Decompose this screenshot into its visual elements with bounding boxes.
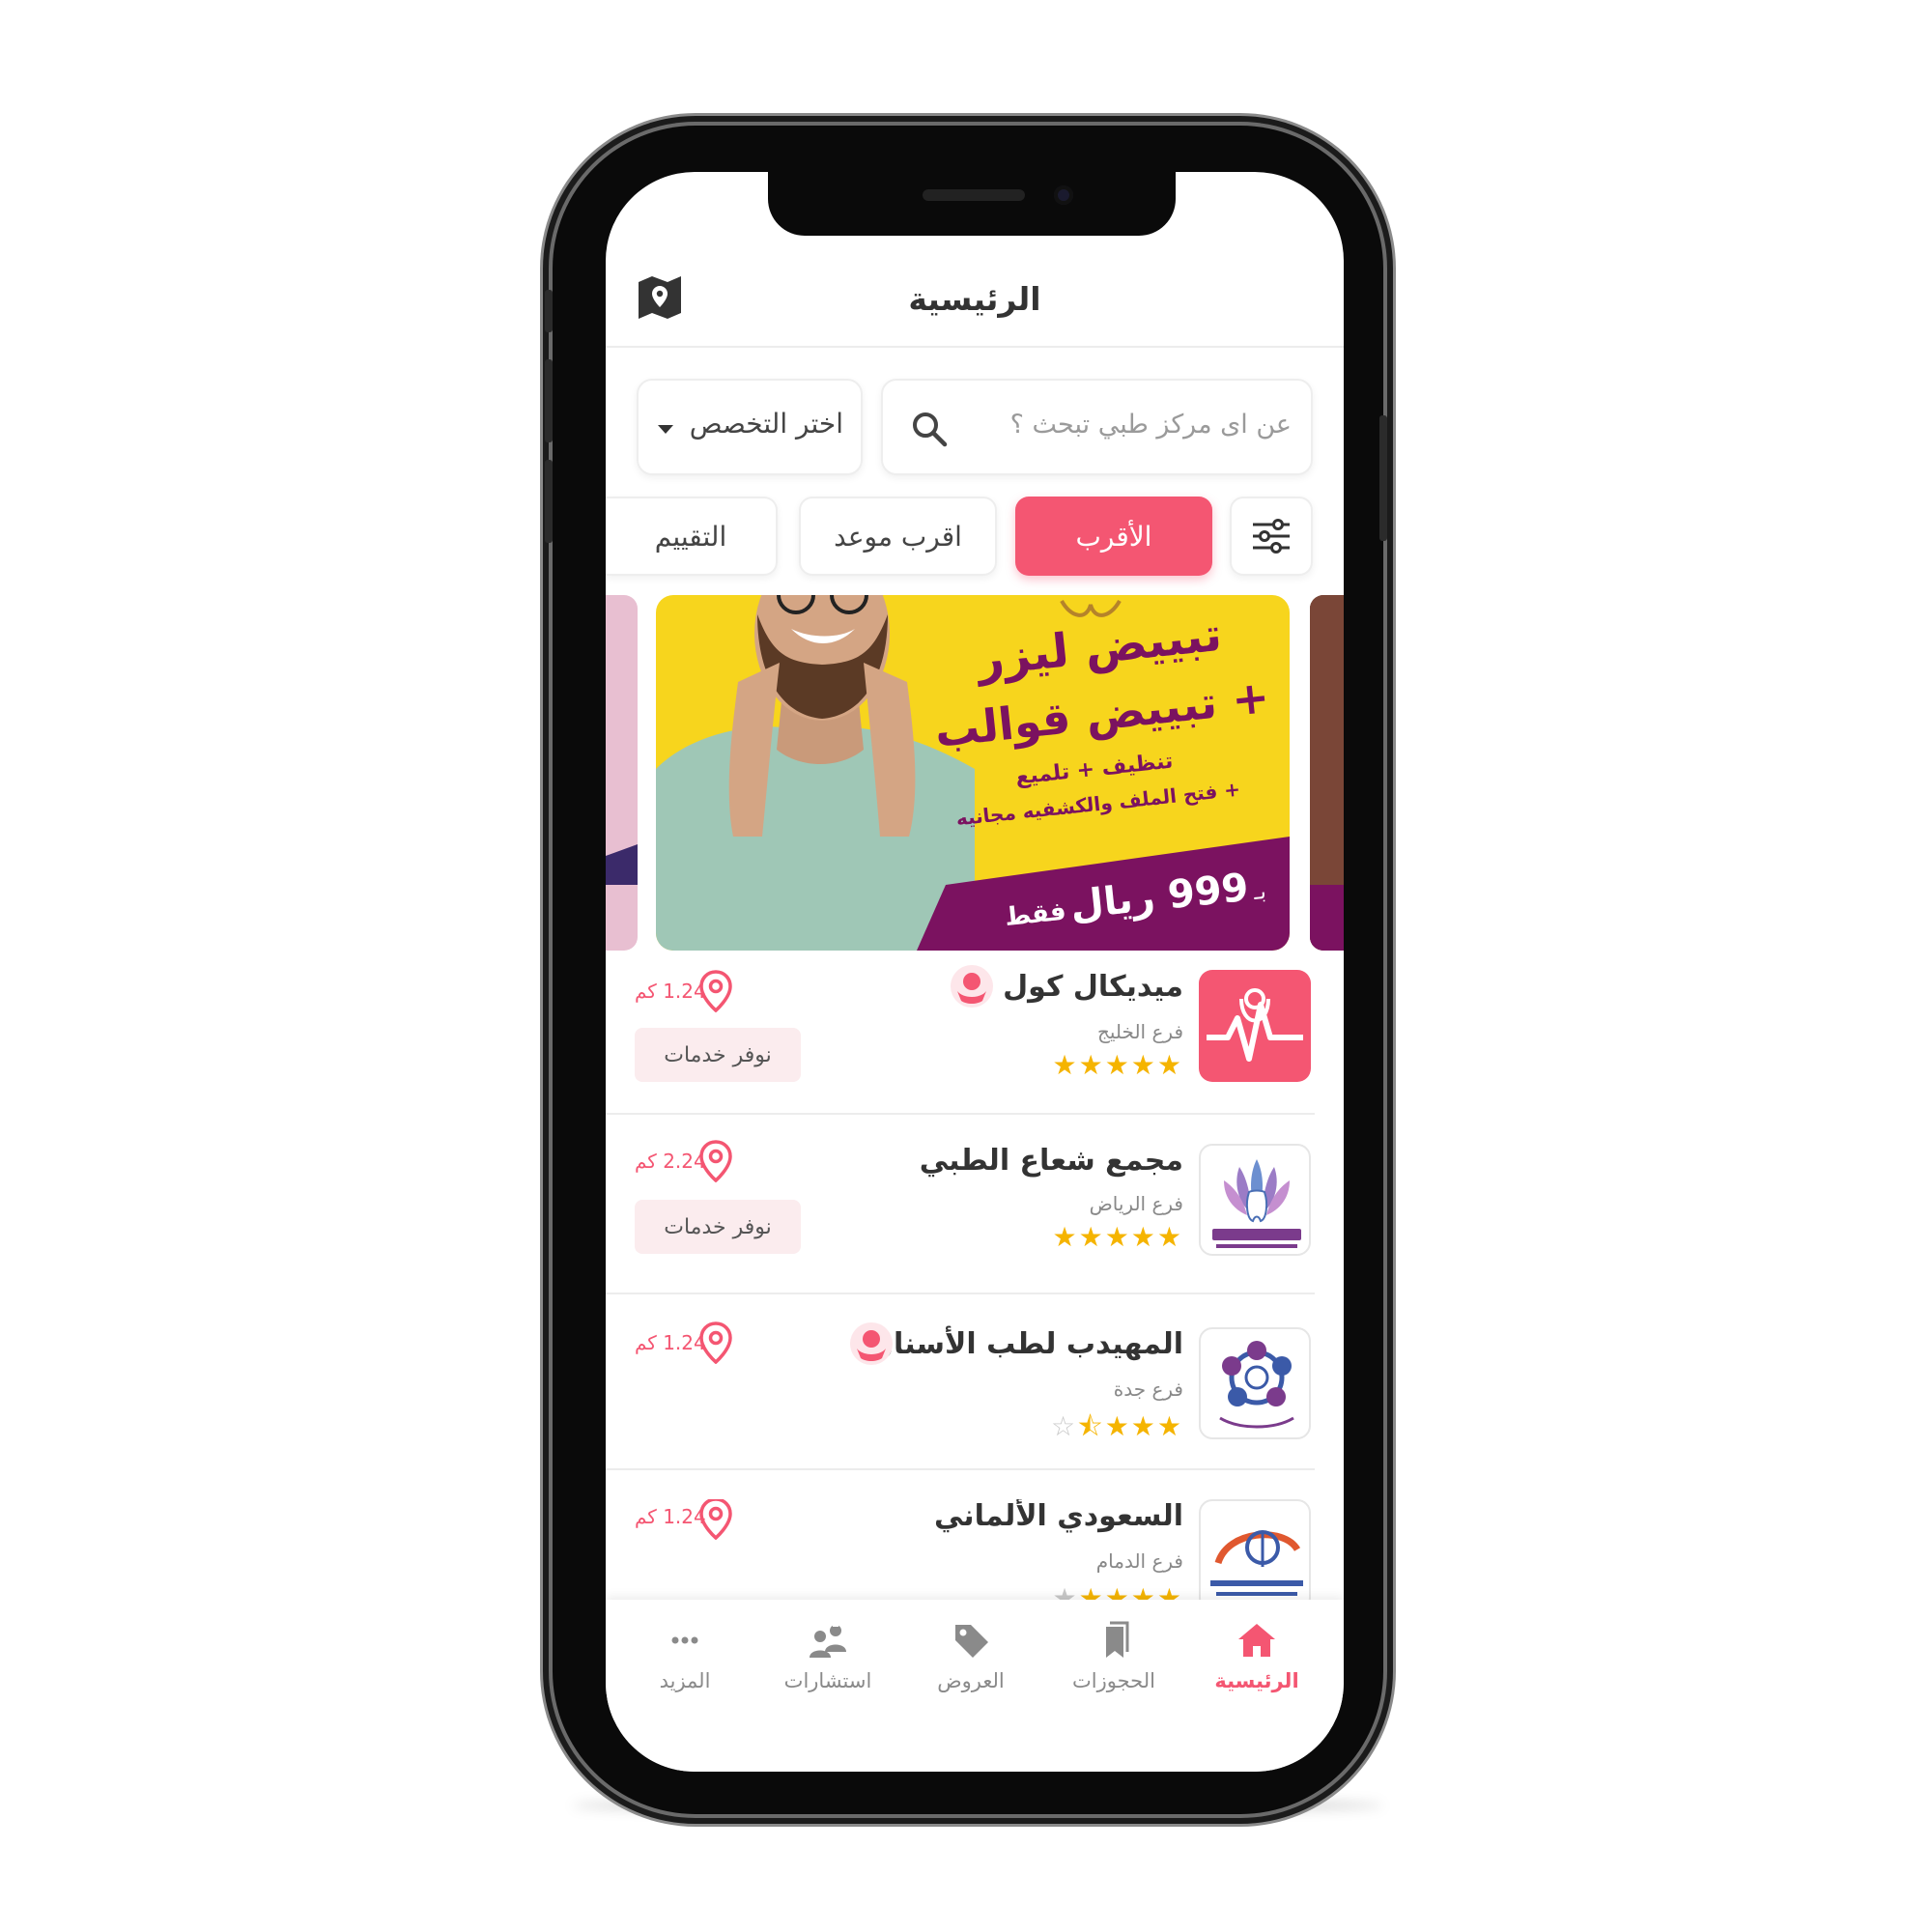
center-distance: 1.24 كم: [635, 1505, 706, 1528]
front-camera: [1054, 185, 1073, 205]
tag-icon: [955, 1625, 988, 1658]
power-button: [1379, 415, 1387, 541]
filter-nearest[interactable]: الأقرب: [1015, 497, 1212, 576]
center-distance: 2.24 كم: [635, 1150, 706, 1173]
volume-up-button: [545, 359, 553, 442]
center-name[interactable]: مجمع شعاع الطبي: [920, 1144, 1183, 1178]
center-distance: 1.24 كم: [635, 1331, 706, 1354]
search-icon[interactable]: [910, 410, 949, 448]
list-item[interactable]: المهيدب لطب الأسنان فرع جدة ☆⯪★★★ 1.24 ك…: [606, 1321, 1344, 1442]
banner-price-prefix: بـ: [1253, 879, 1268, 906]
phone-notch: [768, 172, 1176, 236]
next-banner-peek[interactable]: [1310, 595, 1344, 951]
list-divider: [606, 1468, 1315, 1470]
tab-more[interactable]: المزيد: [617, 1621, 753, 1727]
services-button[interactable]: نوفر خدمات: [635, 1028, 801, 1082]
center-branch: فرع جدة: [1113, 1378, 1183, 1401]
caret-down-icon: [658, 425, 673, 434]
list-divider: [606, 1113, 1315, 1115]
more-icon: [671, 1636, 698, 1644]
center-branch: فرع الخليج: [1096, 1020, 1183, 1043]
tab-offers[interactable]: العروض: [903, 1621, 1038, 1727]
center-logo: [1199, 970, 1311, 1082]
rating-stars: ☆⯪★★★: [1051, 1410, 1183, 1442]
offer-banner[interactable]: تبييض ليزر + تبييض قوالب تنظيف + تلميع +…: [656, 595, 1290, 951]
header-divider: [606, 346, 1344, 348]
list-divider: [606, 1293, 1315, 1294]
volume-down-button: [545, 460, 553, 543]
doctors-icon: [810, 1624, 846, 1658]
tab-home[interactable]: الرئيسية: [1189, 1621, 1324, 1727]
tab-label: استشارات: [783, 1669, 872, 1692]
filter-nearest-appointment[interactable]: اقرب موعد: [799, 497, 997, 576]
rating-stars: ★★★★★: [1052, 1221, 1183, 1253]
verified-badge-icon: [950, 964, 994, 1009]
list-item[interactable]: مجمع شعاع الطبي فرع الرياض ★★★★★ 2.24 كم…: [606, 1140, 1344, 1256]
services-button[interactable]: نوفر خدمات: [635, 1200, 801, 1254]
tab-label: العروض: [937, 1669, 1005, 1692]
search-placeholder: عن اى مركز طبي تبحث ؟: [1009, 410, 1292, 440]
earpiece-speaker: [923, 189, 1025, 201]
tab-label: الحجوزات: [1072, 1669, 1155, 1692]
center-logo: [1199, 1144, 1311, 1256]
center-branch: فرع الرياض: [1089, 1192, 1183, 1215]
home-icon: [1238, 1624, 1275, 1657]
bottom-tab-bar: الرئيسية الحجوزات العروض استشارات المزيد: [606, 1600, 1344, 1772]
map-icon[interactable]: [635, 272, 685, 323]
bookmarks-icon: [1106, 1621, 1129, 1658]
center-branch: فرع الدمام: [1095, 1549, 1183, 1573]
tab-consultations[interactable]: استشارات: [760, 1621, 895, 1727]
tab-label: المزيد: [659, 1669, 711, 1692]
filter-rating[interactable]: التقييم: [606, 497, 778, 576]
specialty-label: اختر التخصص: [689, 408, 843, 440]
specialty-dropdown[interactable]: اختر التخصص: [637, 379, 863, 475]
center-logo: [1199, 1499, 1311, 1600]
center-name[interactable]: ميديكال كول: [1003, 970, 1183, 1004]
tab-label: الرئيسية: [1214, 1669, 1299, 1692]
center-distance: 1.24 كم: [635, 980, 706, 1003]
rating-stars: ★★★★★: [1052, 1049, 1183, 1081]
rating-stars: ★★★★★: [1052, 1582, 1183, 1600]
verified-badge-icon: [849, 1321, 894, 1366]
center-logo: [1199, 1327, 1311, 1439]
list-item[interactable]: السعودي الألماني فرع الدمام ★★★★★ 1.24 ك…: [606, 1499, 1344, 1600]
center-name[interactable]: السعودي الألماني: [934, 1499, 1183, 1533]
tab-bookings[interactable]: الحجوزات: [1046, 1621, 1181, 1727]
app-screen: الرئيسية اختر التخصص عن اى مركز طبي تبحث…: [606, 172, 1344, 1772]
list-item[interactable]: ميديكال كول فرع الخليج ★★★★★ 1.24 كم نوف…: [606, 965, 1344, 1082]
banner-price-suffix: فقط: [1004, 896, 1068, 933]
center-name[interactable]: المهيدب لطب الأسنان: [868, 1327, 1183, 1361]
mute-switch: [545, 290, 553, 332]
sliders-icon[interactable]: [1230, 497, 1313, 576]
page-title: الرئيسية: [908, 280, 1041, 318]
prev-banner-peek[interactable]: [606, 595, 638, 951]
search-input[interactable]: عن اى مركز طبي تبحث ؟: [881, 379, 1313, 475]
